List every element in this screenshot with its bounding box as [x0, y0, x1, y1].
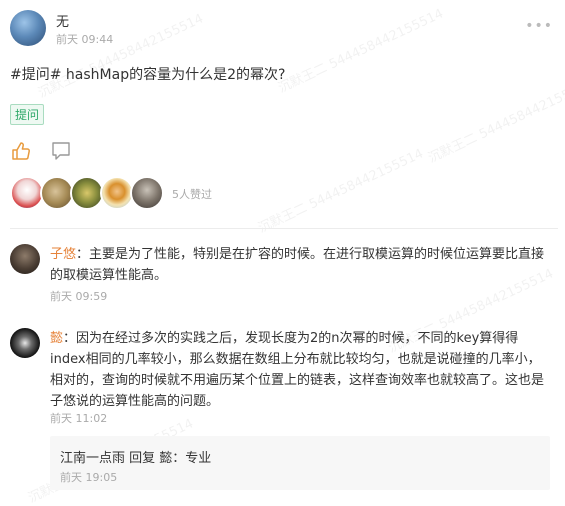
reply-box: 江南一点雨 回复 懿：专业 前天 19:05: [50, 436, 550, 490]
liker-avatar[interactable]: [100, 176, 134, 210]
comment-text: 主要是为了性能，特别是在扩容的时候。在进行取模运算的时候位运算要比直接的取模运算…: [50, 247, 545, 283]
post-title: #提问# hashMap的容量为什么是2的幂次?: [10, 67, 286, 83]
comment-time: 前天 09:59: [50, 290, 108, 303]
comment-item: 子悠：主要是为了性能，特别是在扩容的时候。在进行取模运算的时候位运算要比直接的取…: [10, 244, 555, 304]
comment-icon[interactable]: [50, 140, 72, 162]
commenter-name[interactable]: 子悠: [50, 247, 76, 262]
comment-separator: ：: [76, 247, 90, 262]
liker-avatar[interactable]: [10, 176, 44, 210]
commenter-name[interactable]: 懿: [50, 331, 63, 346]
comment-body: 子悠：主要是为了性能，特别是在扩容的时候。在进行取模运算的时候位运算要比直接的取…: [50, 244, 550, 286]
liker-avatar[interactable]: [130, 176, 164, 210]
reply-time: 前天 19:05: [60, 471, 118, 484]
author-name[interactable]: 无: [56, 11, 69, 30]
liker-avatar[interactable]: [70, 176, 104, 210]
comment-time: 前天 11:02: [50, 412, 108, 425]
liker-avatar[interactable]: [40, 176, 74, 210]
comment-text: 因为在经过多次的实践之后，发现长度为2的n次幂的时候，不同的key算得得inde…: [50, 331, 545, 409]
post-header: 无 前天 09:44 •••: [10, 8, 555, 48]
watermark: 沉默王二 544458442155514: [426, 76, 565, 167]
likers-row: 5人赞过: [10, 176, 310, 210]
post-time: 前天 09:44: [56, 33, 114, 46]
comment-separator: ：: [63, 331, 77, 346]
reply-text: 江南一点雨 回复 懿：专业: [60, 451, 212, 466]
likes-count[interactable]: 5人赞过: [172, 186, 212, 202]
thumbs-up-icon[interactable]: [10, 140, 32, 162]
divider: [10, 228, 558, 229]
author-avatar[interactable]: [10, 10, 46, 46]
more-dots-icon[interactable]: •••: [525, 18, 553, 34]
commenter-avatar[interactable]: [10, 244, 40, 274]
comment-item: 懿：因为在经过多次的实践之后，发现长度为2的n次幂的时候，不同的key算得得in…: [10, 328, 555, 428]
commenter-avatar[interactable]: [10, 328, 40, 358]
topic-tag[interactable]: 提问: [10, 104, 45, 125]
comment-body: 懿：因为在经过多次的实践之后，发现长度为2的n次幂的时候，不同的key算得得in…: [50, 328, 550, 412]
